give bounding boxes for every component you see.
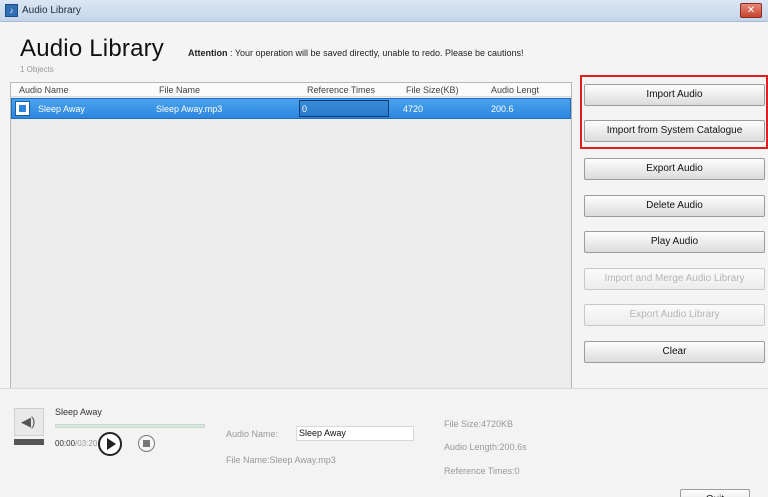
- title-bar: ♪ Audio Library ✕: [0, 0, 768, 22]
- audio-thumbnail: ◀): [14, 408, 44, 436]
- audio-name-label: Audio Name:: [226, 429, 279, 439]
- cell-audio-length: 200.6: [491, 104, 514, 114]
- audio-length-label: Audio Length:: [444, 442, 500, 452]
- cell-audio-name: Sleep Away: [38, 104, 85, 114]
- playback-time: 00:00/03:20: [55, 439, 97, 448]
- table-header: Audio Name File Name Reference Times Fil…: [11, 83, 571, 97]
- file-name-info: File Name:Sleep Away.mp3: [226, 455, 336, 465]
- time-total: 03:20: [77, 439, 98, 448]
- file-name-label: File Name:: [226, 455, 270, 465]
- reference-times-editor[interactable]: [299, 100, 389, 117]
- close-button[interactable]: ✕: [740, 3, 762, 18]
- quit-button[interactable]: Quit: [680, 489, 750, 497]
- export-audio-library-button[interactable]: Export Audio Library: [584, 304, 765, 326]
- audio-length-info: Audio Length:200.6s: [444, 442, 527, 452]
- time-current: 00:00: [55, 439, 76, 448]
- player-panel: ◀) Sleep Away 00:00/03:20 Audio Name: Sl…: [0, 388, 768, 497]
- play-icon[interactable]: [98, 432, 122, 456]
- window-title: Audio Library: [22, 5, 81, 16]
- import-audio-button[interactable]: Import Audio: [584, 84, 765, 106]
- column-header-file-name[interactable]: File Name: [159, 85, 200, 95]
- export-audio-button[interactable]: Export Audio: [584, 158, 765, 180]
- file-size-info: File Size:4720KB: [444, 419, 513, 429]
- reference-times-value: 0: [514, 466, 520, 476]
- cell-reference-times: 0: [302, 104, 308, 114]
- attention-notice: Attention : Your operation will be saved…: [188, 48, 524, 58]
- file-name-value: Sleep Away.mp3: [269, 455, 336, 465]
- audio-name-field[interactable]: Sleep Away: [296, 426, 414, 441]
- import-merge-library-button[interactable]: Import and Merge Audio Library: [584, 268, 765, 290]
- cell-file-name: Sleep Away.mp3: [156, 104, 223, 114]
- page-title: Audio Library: [20, 35, 165, 62]
- column-header-audio-name[interactable]: Audio Name: [19, 85, 69, 95]
- now-playing-name: Sleep Away: [55, 407, 102, 417]
- app-icon: ♪: [5, 4, 18, 17]
- import-system-catalogue-button[interactable]: Import from System Catalogue: [584, 120, 765, 142]
- audio-file-icon: [15, 101, 30, 116]
- playback-progress-bar[interactable]: [55, 424, 205, 428]
- object-count: 1 Objects: [20, 65, 54, 74]
- audio-length-value: 200.6s: [499, 442, 527, 452]
- reference-times-info: Reference Times:0: [444, 466, 520, 476]
- clear-button[interactable]: Clear: [584, 341, 765, 363]
- column-header-reference-times[interactable]: Reference Times: [307, 85, 375, 95]
- column-header-audio-length[interactable]: Audio Lengt: [491, 85, 561, 95]
- cell-file-size: 4720: [403, 104, 424, 114]
- audio-table[interactable]: Audio Name File Name Reference Times Fil…: [10, 82, 572, 410]
- reference-times-label: Reference Times:: [444, 466, 515, 476]
- table-row[interactable]: Sleep Away Sleep Away.mp3 0 4720 200.6: [11, 98, 571, 119]
- file-size-label: File Size:: [444, 419, 482, 429]
- file-size-value: 4720KB: [481, 419, 514, 429]
- speaker-icon: ◀): [21, 414, 36, 429]
- stop-icon[interactable]: [138, 435, 155, 452]
- main-window: Audio Library Attention : Your operation…: [0, 22, 768, 497]
- column-header-file-size[interactable]: File Size(KB): [406, 85, 459, 95]
- attention-text: : Your operation will be saved directly,…: [227, 48, 524, 58]
- delete-audio-button[interactable]: Delete Audio: [584, 195, 765, 217]
- play-audio-button[interactable]: Play Audio: [584, 231, 765, 253]
- volume-bar[interactable]: [14, 439, 44, 445]
- attention-label: Attention: [188, 48, 228, 58]
